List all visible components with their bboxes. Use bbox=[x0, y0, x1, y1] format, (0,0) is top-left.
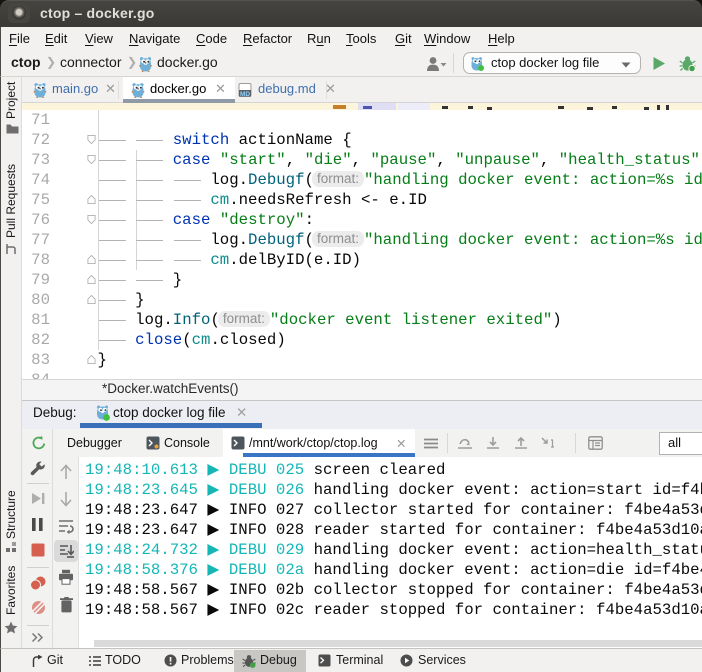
svg-text:MD: MD bbox=[240, 91, 250, 97]
